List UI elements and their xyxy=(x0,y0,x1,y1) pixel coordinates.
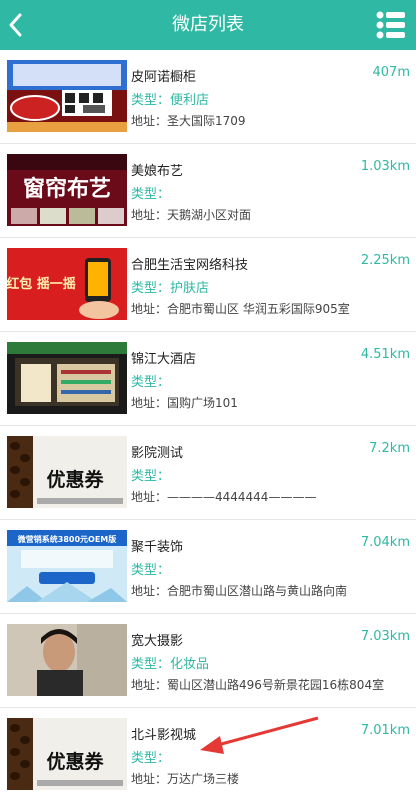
shop-address: 地址：合肥市蜀山区潜山路与黄山路向南 xyxy=(131,584,348,598)
shop-type-label: 类型： xyxy=(131,93,171,108)
shop-type-label: 类型： xyxy=(131,563,171,578)
shop-type-value: 化妆品 xyxy=(170,657,210,672)
shop-distance: 1.03km xyxy=(360,159,410,174)
shop-list-item[interactable]: 微营销系统3800元OEM版 聚千装饰 7.04km 类型： 地址：合肥市蜀山区… xyxy=(0,520,416,614)
shop-list-item[interactable]: 锦江大酒店 4.51km 类型： 地址：国购广场101 xyxy=(0,332,416,426)
shop-name: 美娘布艺 xyxy=(131,164,184,179)
shop-distance: 407m xyxy=(372,65,410,80)
shop-type-label: 类型： xyxy=(131,469,171,484)
shop-distance: 7.01km xyxy=(360,723,410,738)
shop-type-label: 类型： xyxy=(131,187,171,202)
shop-address: 地址：圣大国际1709 xyxy=(131,114,246,128)
page-title: 微店列表 xyxy=(172,14,244,35)
shop-address: 地址：合肥市蜀山区 华润五彩国际905室 xyxy=(131,302,350,316)
shop-distance: 7.2km xyxy=(369,441,410,456)
shop-name: 北斗影视城 xyxy=(131,728,197,743)
shop-type: 类型： xyxy=(131,559,170,578)
shop-list-item[interactable]: 红包 摇一摇 合肥生活宝网络科技 2.25km 类型：护肤店 地址：合肥市蜀山区… xyxy=(0,238,416,332)
shop-address: 地址：————4444444———— xyxy=(131,490,317,504)
shop-distance: 4.51km xyxy=(360,347,410,362)
shop-name: 锦江大酒店 xyxy=(131,352,197,367)
shop-distance: 7.03km xyxy=(360,629,410,644)
shop-name: 影院测试 xyxy=(131,446,184,461)
shop-type-value: 护肤店 xyxy=(170,281,210,296)
thumbnail-caption: 窗帘布艺 xyxy=(23,176,111,202)
shop-name: 合肥生活宝网络科技 xyxy=(131,258,249,273)
list-menu-icon xyxy=(376,11,405,39)
shop-list-item[interactable]: 优惠券 影院测试 7.2km 类型： 地址：————4444444———— xyxy=(0,426,416,520)
shop-type-value: 便利店 xyxy=(170,93,210,108)
shop-thumbnail xyxy=(7,342,127,414)
shop-type: 类型： xyxy=(131,183,170,202)
shop-type: 类型： xyxy=(131,465,170,484)
shop-distance: 7.04km xyxy=(360,535,410,550)
shop-type-label: 类型： xyxy=(131,375,171,390)
shop-thumbnail: 优惠券 xyxy=(7,436,127,508)
shop-address: 地址：蜀山区潜山路496号新景花园16栋804室 xyxy=(131,678,385,692)
shop-list-item[interactable]: 优惠券 北斗影视城 7.01km 类型： 地址：万达广场三楼 xyxy=(0,708,416,800)
shop-type-label: 类型： xyxy=(131,281,171,296)
shop-distance: 2.25km xyxy=(360,253,410,268)
shop-list: 皮阿诺橱柜 407m 类型：便利店 地址：圣大国际1709 窗帘布艺 美娘布艺 … xyxy=(0,50,416,800)
shop-type: 类型：护肤店 xyxy=(131,277,209,296)
shop-list-item[interactable]: 宽大摄影 7.03km 类型：化妆品 地址：蜀山区潜山路496号新景花园16栋8… xyxy=(0,614,416,708)
shop-name: 聚千装饰 xyxy=(131,540,184,555)
shop-thumbnail: 优惠券 xyxy=(7,718,127,790)
shop-thumbnail: 微营销系统3800元OEM版 xyxy=(7,530,127,602)
shop-type: 类型：化妆品 xyxy=(131,653,209,672)
thumbnail-caption: 红包 摇一摇 xyxy=(7,276,76,292)
shop-type-label: 类型： xyxy=(131,751,171,766)
shop-thumbnail: 红包 摇一摇 xyxy=(7,248,127,320)
shop-list-item[interactable]: 窗帘布艺 美娘布艺 1.03km 类型： 地址：天鹅湖小区对面 xyxy=(0,144,416,238)
shop-thumbnail xyxy=(7,60,127,132)
shop-list-item[interactable]: 皮阿诺橱柜 407m 类型：便利店 地址：圣大国际1709 xyxy=(0,50,416,144)
shop-address: 地址：天鹅湖小区对面 xyxy=(131,208,252,222)
top-bar: 微店列表 xyxy=(0,0,416,50)
shop-name: 宽大摄影 xyxy=(131,634,184,649)
shop-thumbnail: 窗帘布艺 xyxy=(7,154,127,226)
shop-type-label: 类型： xyxy=(131,657,171,672)
menu-button[interactable] xyxy=(376,10,406,40)
shop-address: 地址：国购广场101 xyxy=(131,396,238,410)
thumbnail-caption: 优惠券 xyxy=(46,750,104,773)
thumbnail-caption: 优惠券 xyxy=(46,468,104,491)
shop-name: 皮阿诺橱柜 xyxy=(131,70,197,85)
shop-type: 类型：便利店 xyxy=(131,89,209,108)
thumbnail-caption: 微营销系统3800元OEM版 xyxy=(17,534,117,544)
shop-type: 类型： xyxy=(131,747,170,766)
shop-address: 地址：万达广场三楼 xyxy=(131,772,240,786)
shop-type: 类型： xyxy=(131,371,170,390)
shop-thumbnail xyxy=(7,624,127,696)
